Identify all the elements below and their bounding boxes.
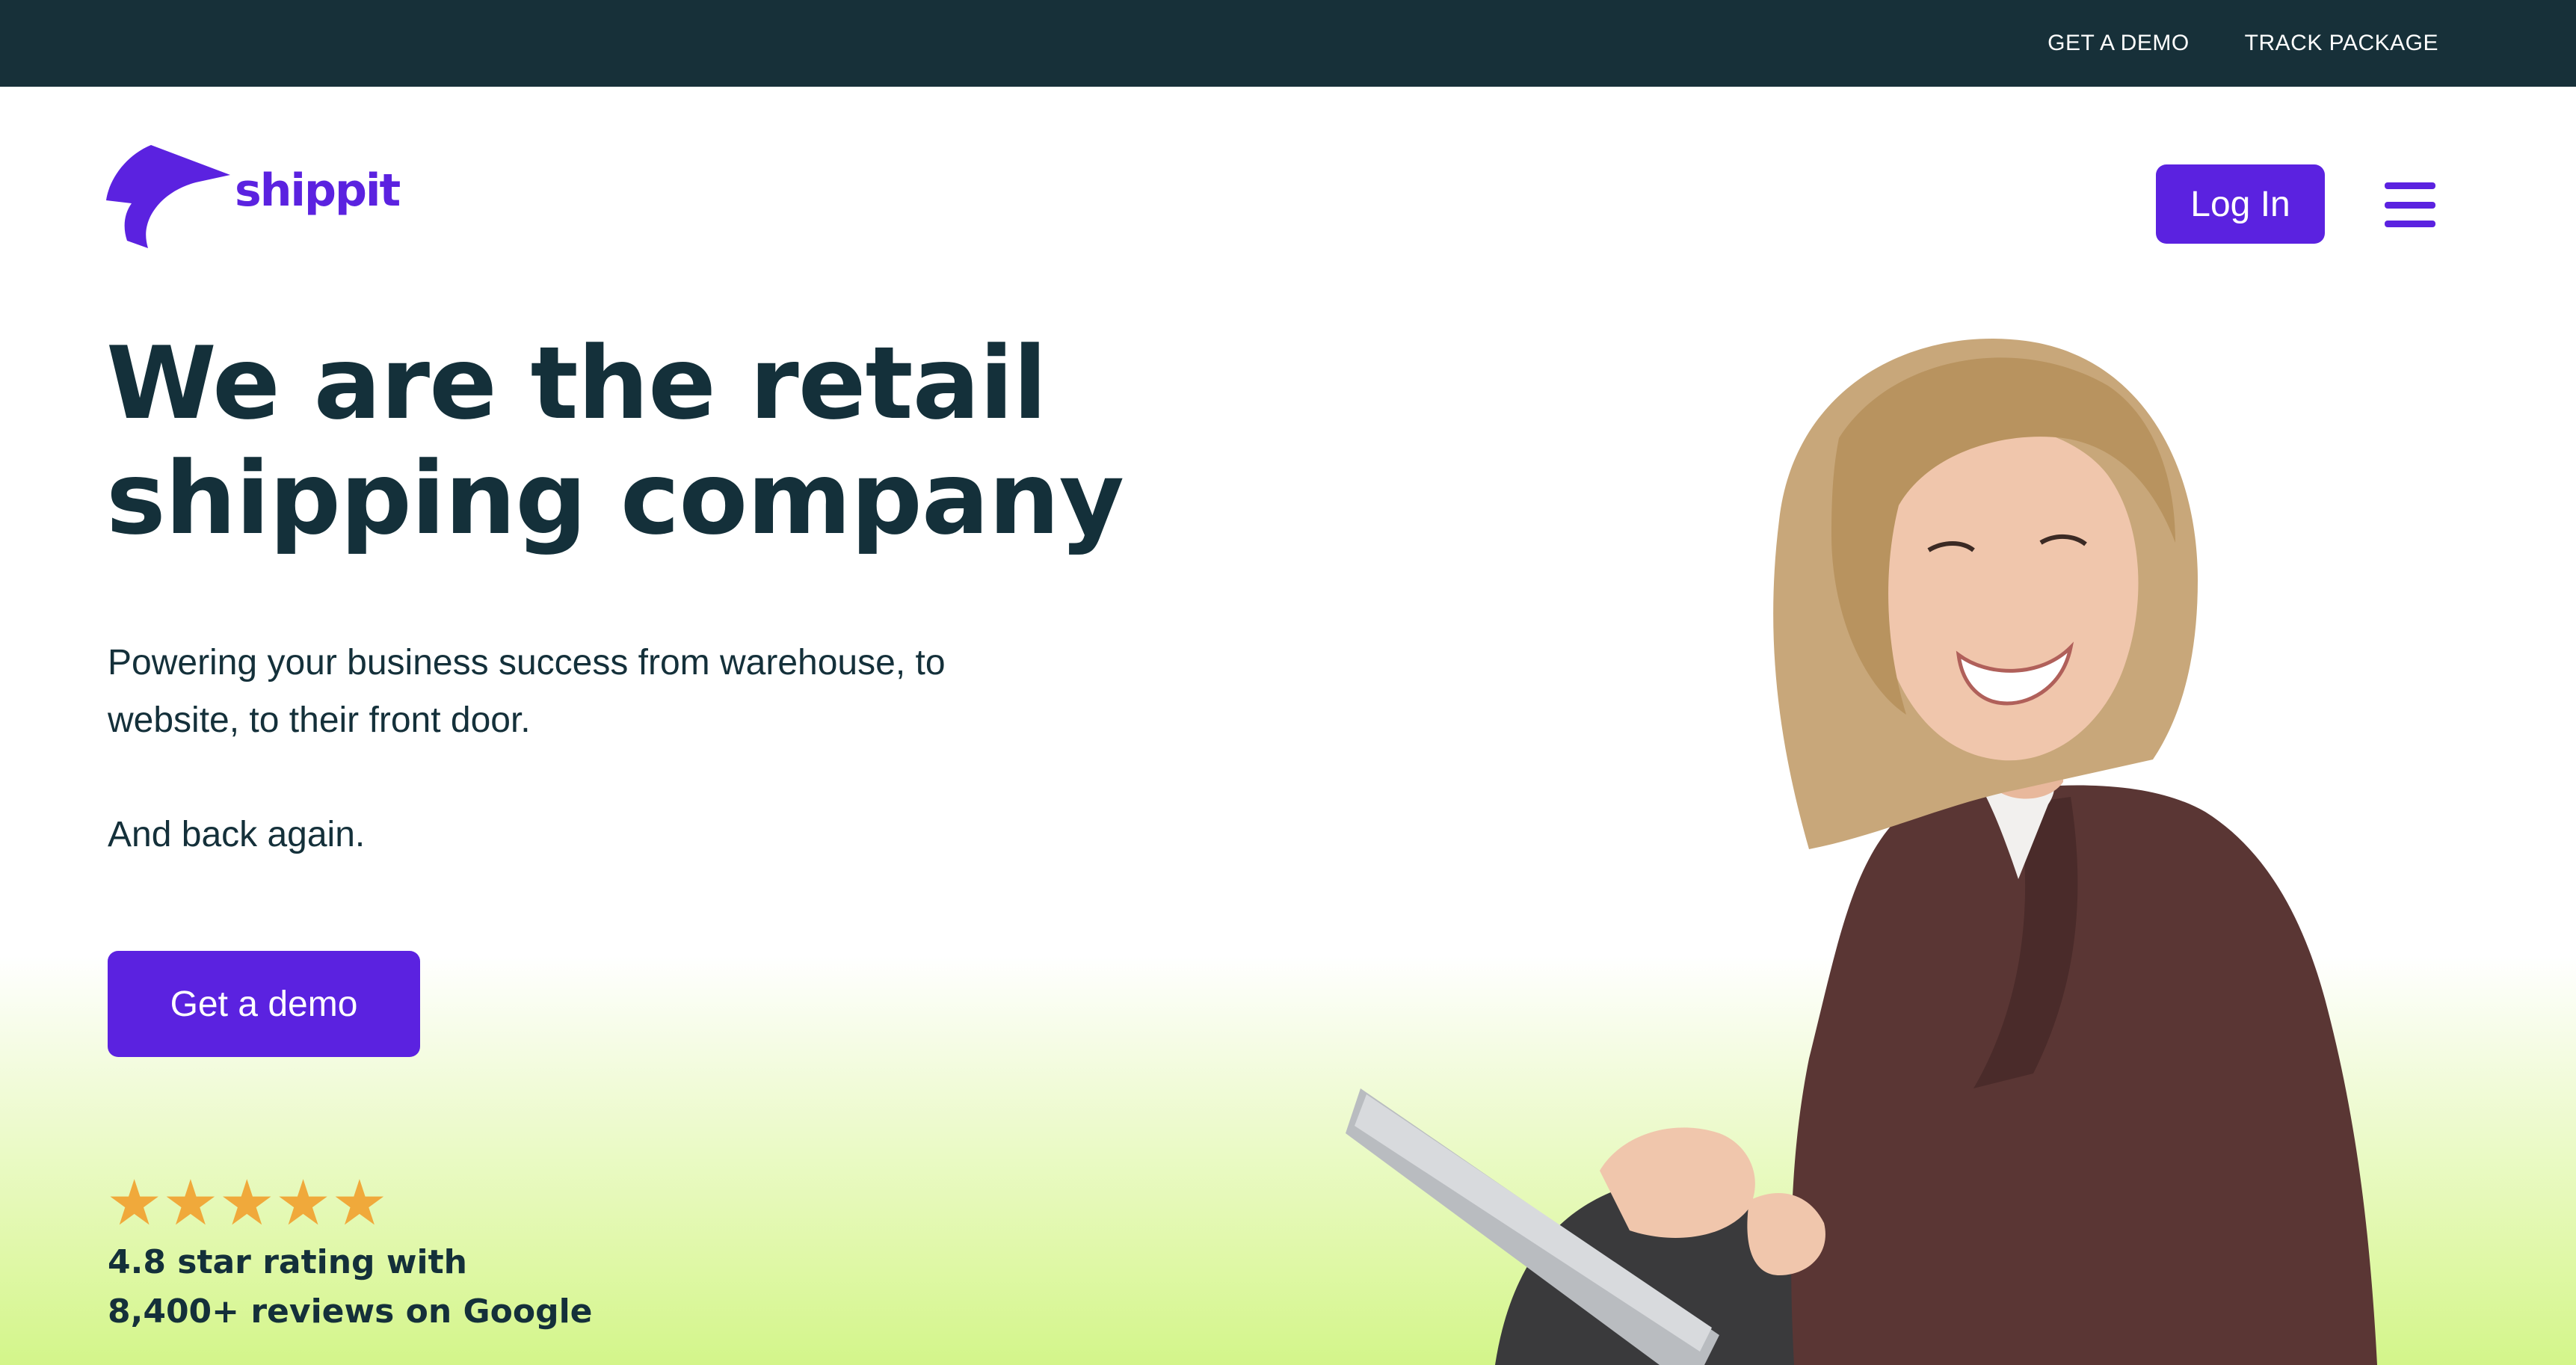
shippit-logo[interactable]: shippit [106,145,401,248]
google-rating-text: 4.8 star rating with 8,400+ reviews on G… [108,1238,593,1337]
hero-subtitle-secondary: And back again. [108,815,366,854]
subtitle-line-1: Powering your business success from ware… [108,643,946,682]
subtitle-line-2: website, to their front door. [108,700,531,740]
hero-subtitle: Powering your business success from ware… [108,634,1154,749]
hero-woman-with-tablet-image [1346,339,2377,1365]
shippit-logo-icon [106,145,230,248]
top-utility-bar: GET A DEMO TRACK PACKAGE [0,0,2576,87]
rating-line-1: 4.8 star rating with [108,1243,467,1281]
hero-section: shippit Log In We are the retail shippin… [0,87,2576,1365]
star-rating-icon: ★★★★★ [106,1168,388,1238]
headline-line-1: We are the retail [106,325,1047,442]
login-button[interactable]: Log In [2156,164,2325,244]
hero-headline: We are the retail shipping company [106,326,1302,556]
headline-line-2: shipping company [106,440,1124,557]
track-package-link[interactable]: TRACK PACKAGE [2245,31,2438,56]
get-a-demo-button[interactable]: Get a demo [108,951,420,1057]
logo-wordmark: shippit [235,164,401,217]
hamburger-icon[interactable] [2385,182,2435,227]
get-a-demo-link[interactable]: GET A DEMO [2047,31,2190,56]
rating-line-2: 8,400+ reviews on Google [108,1292,593,1331]
